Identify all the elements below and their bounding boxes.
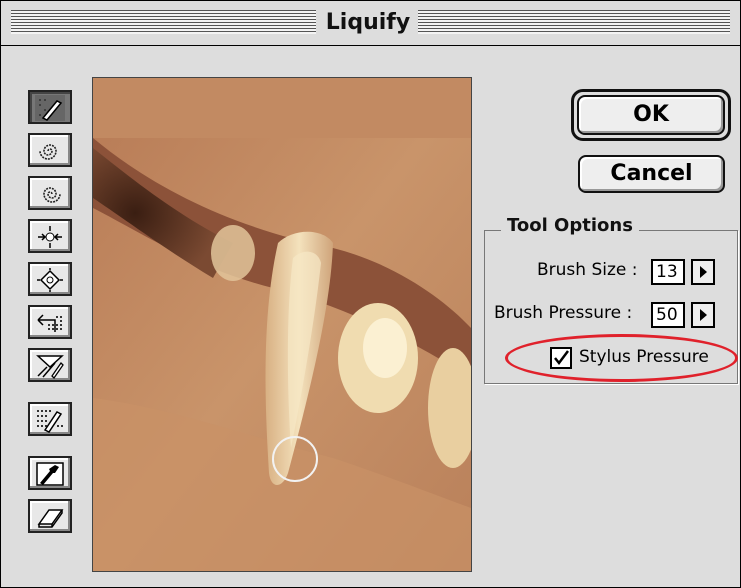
reconstruct-icon	[36, 462, 64, 486]
ok-button[interactable]: OK	[577, 95, 725, 135]
bloat-icon	[37, 268, 63, 292]
window-title: Liquify	[318, 10, 418, 36]
eraser-icon	[37, 509, 64, 528]
brush-size-arrow-button[interactable]	[691, 259, 715, 285]
twirl-clockwise-tool-button[interactable]	[28, 133, 72, 167]
twirl-counterclockwise-tool-button[interactable]	[28, 176, 72, 210]
brush-size-field[interactable]: 13	[651, 259, 685, 285]
reflection-icon	[36, 355, 64, 379]
twirl-counterclockwise-icon	[43, 187, 61, 203]
brush-pressure-label: Brush Pressure :	[494, 303, 633, 323]
pucker-tool-button[interactable]	[28, 219, 72, 253]
bloat-tool-button[interactable]	[28, 262, 72, 296]
twirl-clockwise-icon	[39, 144, 57, 160]
liquify-dialog: Liquify OK Cancel Tool Options Brush Siz…	[0, 0, 741, 588]
warp-icon	[35, 95, 65, 121]
eraser-tool-button[interactable]	[28, 499, 72, 533]
freeze-icon	[37, 410, 63, 433]
preview-photo	[93, 78, 471, 571]
shift-pixels-icon	[37, 314, 62, 332]
reconstruct-tool-button[interactable]	[28, 456, 72, 490]
freeze-tool-button[interactable]	[28, 402, 72, 436]
title-bar-stripes-right	[417, 10, 730, 34]
cancel-button[interactable]: Cancel	[578, 155, 725, 193]
brush-pressure-field[interactable]: 50	[651, 302, 685, 328]
title-bar-stripes-left	[11, 10, 316, 34]
reflection-tool-button[interactable]	[28, 348, 72, 382]
warp-tool-button[interactable]	[28, 90, 72, 124]
shift-pixels-tool-button[interactable]	[28, 305, 72, 339]
pucker-icon	[38, 226, 62, 248]
red-highlight-ellipse	[505, 334, 738, 382]
brush-pressure-arrow-button[interactable]	[691, 302, 715, 328]
tool-options-legend: Tool Options	[501, 215, 639, 236]
title-bar[interactable]: Liquify	[1, 1, 740, 46]
brush-size-label: Brush Size :	[537, 260, 638, 280]
image-preview[interactable]	[92, 77, 472, 572]
